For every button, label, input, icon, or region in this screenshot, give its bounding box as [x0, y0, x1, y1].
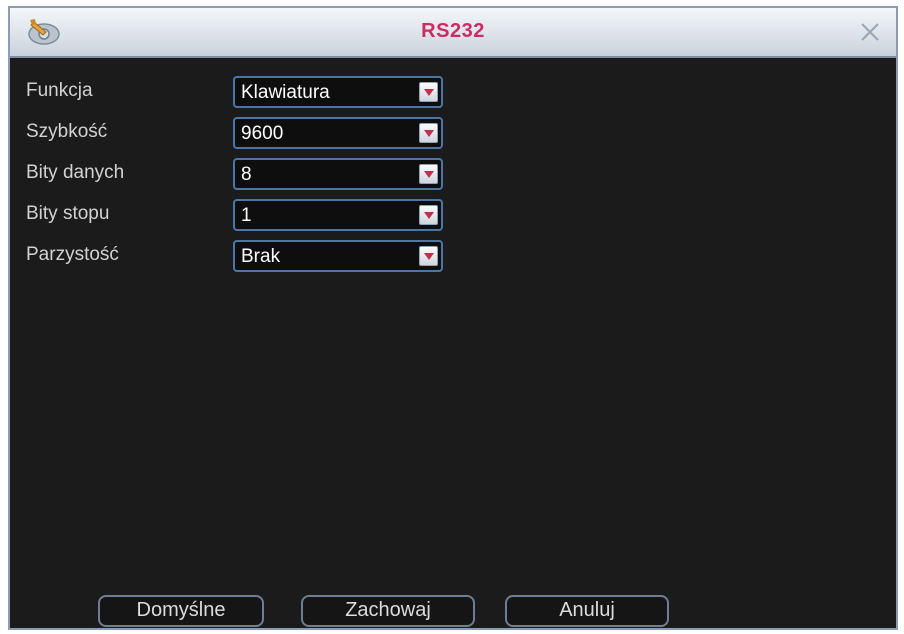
bity-stopu-select[interactable]: 1 [233, 199, 443, 231]
row-funkcja: Funkcja Klawiatura [26, 76, 486, 110]
row-bity-stopu: Bity stopu 1 [26, 199, 486, 233]
parzystosc-label: Parzystość [26, 244, 119, 265]
chevron-down-icon[interactable] [419, 82, 438, 102]
row-parzystosc: Parzystość Brak [26, 240, 486, 274]
parzystosc-value: Brak [241, 246, 281, 267]
close-icon[interactable] [856, 18, 884, 46]
bity-danych-select[interactable]: 8 [233, 158, 443, 190]
parzystosc-select[interactable]: Brak [233, 240, 443, 272]
chevron-down-icon[interactable] [419, 205, 438, 225]
title-bar: RS232 [10, 8, 896, 58]
bity-danych-label: Bity danych [26, 162, 125, 183]
funkcja-value: Klawiatura [241, 82, 330, 103]
save-button[interactable]: Zachowaj [301, 595, 475, 627]
szybkosc-value: 9600 [241, 123, 284, 144]
szybkosc-select[interactable]: 9600 [233, 117, 443, 149]
bity-danych-value: 8 [241, 164, 252, 185]
bity-stopu-value: 1 [241, 205, 252, 226]
bity-stopu-label: Bity stopu [26, 203, 110, 224]
row-szybkosc: Szybkość 9600 [26, 117, 486, 151]
chevron-down-icon[interactable] [419, 164, 438, 184]
funkcja-select[interactable]: Klawiatura [233, 76, 443, 108]
row-bity-danych: Bity danych 8 [26, 158, 486, 192]
cancel-button[interactable]: Anuluj [505, 595, 669, 627]
chevron-down-icon[interactable] [419, 246, 438, 266]
funkcja-label: Funkcja [26, 80, 93, 101]
settings-panel: Funkcja Klawiatura Szybkość 9600 Bity da… [10, 60, 896, 628]
rs232-dialog: RS232 Funkcja Klawiatura Szybkość 9600 B… [8, 6, 898, 630]
default-button[interactable]: Domyślne [98, 595, 264, 627]
chevron-down-icon[interactable] [419, 123, 438, 143]
dialog-title: RS232 [421, 20, 485, 42]
szybkosc-label: Szybkość [26, 121, 108, 142]
